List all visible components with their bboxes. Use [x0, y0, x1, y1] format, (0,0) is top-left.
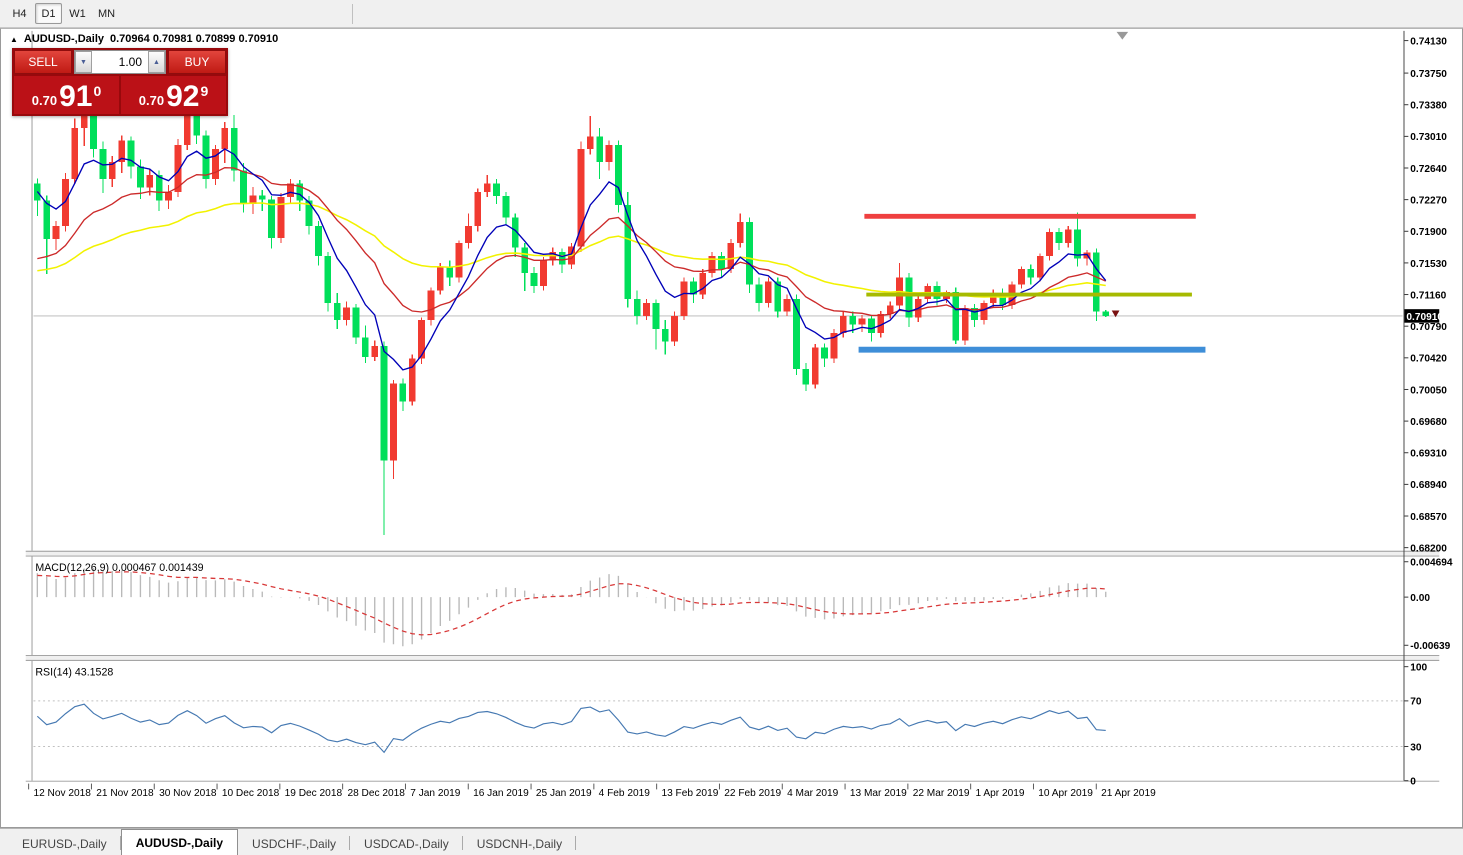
buy-price-pips: 92 — [166, 80, 200, 113]
oneclick-collapse-icon[interactable]: ▲ — [10, 35, 18, 44]
date-axis-label: 13 Feb 2019 — [661, 788, 718, 799]
price-axis-label: 0.70050 — [1410, 385, 1447, 396]
date-axis-label: 19 Dec 2018 — [285, 788, 343, 799]
sell-price-pips: 91 — [59, 80, 93, 113]
date-axis-label: 22 Feb 2019 — [724, 788, 781, 799]
chart-ohlc-values: 0.70964 0.70981 0.70899 0.70910 — [110, 33, 279, 45]
date-axis-label: 30 Nov 2018 — [159, 788, 217, 799]
timeframe-toolbar: H4 D1 W1 MN — [0, 0, 1463, 28]
svg-text:0.70910: 0.70910 — [1406, 312, 1443, 323]
price-axis-label: 0.73380 — [1410, 101, 1447, 112]
date-axis-label: 25 Jan 2019 — [536, 788, 592, 799]
price-axis-label: 0.74130 — [1410, 36, 1447, 47]
date-axis-label: 4 Mar 2019 — [787, 788, 839, 799]
one-click-trading-panel: SELL ▼ 1.00 ▲ BUY 0.70 91 0 0.70 92 9 — [12, 48, 228, 116]
date-axis-label: 16 Jan 2019 — [473, 788, 529, 799]
sell-price-fraction: 0 — [93, 83, 102, 99]
price-axis-label: 0.69310 — [1410, 449, 1447, 460]
price-axis-label: 0.70420 — [1410, 354, 1447, 365]
chart-window: 0.74130 0.73750 0.73380 0.73010 0.72640 0.722… — [0, 28, 1463, 828]
toolbar-separator — [352, 3, 353, 24]
chart-title: ▲ AUDUSD-,Daily 0.70964 0.70981 0.70899 … — [10, 33, 278, 45]
macd-label: MACD(12,26,9) 0.000467 0.001439 — [35, 562, 203, 574]
date-axis-label: 7 Jan 2019 — [410, 788, 460, 799]
macd-axis-label: 0.004694 — [1410, 558, 1453, 569]
date-axis-label: 12 Nov 2018 — [33, 788, 91, 799]
volume-input[interactable]: 1.00 — [92, 51, 148, 73]
macd-axis-label: 0.00 — [1410, 593, 1430, 604]
buy-price-fraction: 9 — [200, 83, 209, 99]
date-axis-label: 13 Mar 2019 — [850, 788, 907, 799]
date-axis-label: 1 Apr 2019 — [975, 788, 1024, 799]
date-axis-label: 10 Dec 2018 — [222, 788, 280, 799]
tab-usdcad-daily[interactable]: USDCAD-,Daily — [350, 832, 463, 855]
rsi-axis-label: 0 — [1410, 777, 1416, 788]
price-axis-label: 0.68200 — [1410, 544, 1447, 555]
candlestick-chart-canvas[interactable]: 0.74130 0.73750 0.73380 0.73010 0.72640 0.722… — [1, 29, 1463, 829]
date-axis-label: 21 Apr 2019 — [1101, 788, 1156, 799]
volume-increase-icon[interactable]: ▲ — [148, 51, 165, 73]
macd-axis-label: -0.00639 — [1410, 641, 1450, 652]
date-axis-label: 22 Mar 2019 — [913, 788, 970, 799]
price-axis-label: 0.68570 — [1410, 512, 1447, 523]
timeframe-button-h4[interactable]: H4 — [6, 3, 33, 24]
date-axis-label: 4 Feb 2019 — [599, 788, 651, 799]
chart-symbol-label: AUDUSD-,Daily — [23, 33, 104, 45]
sell-price-base: 0.70 — [31, 93, 58, 108]
timeframe-button-mn[interactable]: MN — [93, 3, 120, 24]
price-axis-label: 0.71530 — [1410, 259, 1447, 270]
price-axis-label: 0.69680 — [1410, 417, 1447, 428]
date-axis-label: 21 Nov 2018 — [96, 788, 154, 799]
sell-price-display[interactable]: 0.70 91 0 — [14, 76, 119, 114]
price-axis-label: 0.72270 — [1410, 196, 1447, 207]
rsi-axis-label: 30 — [1410, 742, 1422, 753]
timeframe-button-w1[interactable]: W1 — [64, 3, 91, 24]
buy-price-display[interactable]: 0.70 92 9 — [121, 76, 226, 114]
timeframe-button-d1[interactable]: D1 — [35, 3, 62, 24]
rsi-axis-label: 100 — [1410, 663, 1427, 674]
price-axis-label: 0.68940 — [1410, 480, 1447, 491]
price-axis-label: 0.71160 — [1410, 290, 1446, 301]
price-axis-label: 0.73010 — [1410, 132, 1447, 143]
tab-usdcnh-daily[interactable]: USDCNH-,Daily — [463, 832, 577, 855]
price-axis-label: 0.71900 — [1410, 227, 1447, 238]
tab-audusd-daily[interactable]: AUDUSD-,Daily — [120, 829, 239, 855]
tab-eurusd-daily[interactable]: EURUSD-,Daily — [8, 832, 121, 855]
rsi-label: RSI(14) 43.1528 — [35, 666, 113, 678]
buy-price-base: 0.70 — [138, 93, 165, 108]
volume-decrease-icon[interactable]: ▼ — [75, 51, 92, 73]
date-axis-label: 28 Dec 2018 — [347, 788, 405, 799]
chart-tabs-bar: EURUSD-,Daily AUDUSD-,Daily USDCHF-,Dail… — [0, 828, 1463, 855]
price-axis-label: 0.73750 — [1410, 69, 1447, 80]
tab-usdchf-daily[interactable]: USDCHF-,Daily — [238, 832, 351, 855]
volume-stepper: ▼ 1.00 ▲ — [74, 50, 166, 74]
rsi-axis-label: 70 — [1410, 697, 1422, 708]
date-axis-label: 10 Apr 2019 — [1038, 788, 1093, 799]
sell-button[interactable]: SELL — [14, 50, 72, 74]
price-axis-label: 0.72640 — [1410, 164, 1447, 175]
buy-button[interactable]: BUY — [168, 50, 226, 74]
price-axis-label: 0.70790 — [1410, 322, 1447, 333]
